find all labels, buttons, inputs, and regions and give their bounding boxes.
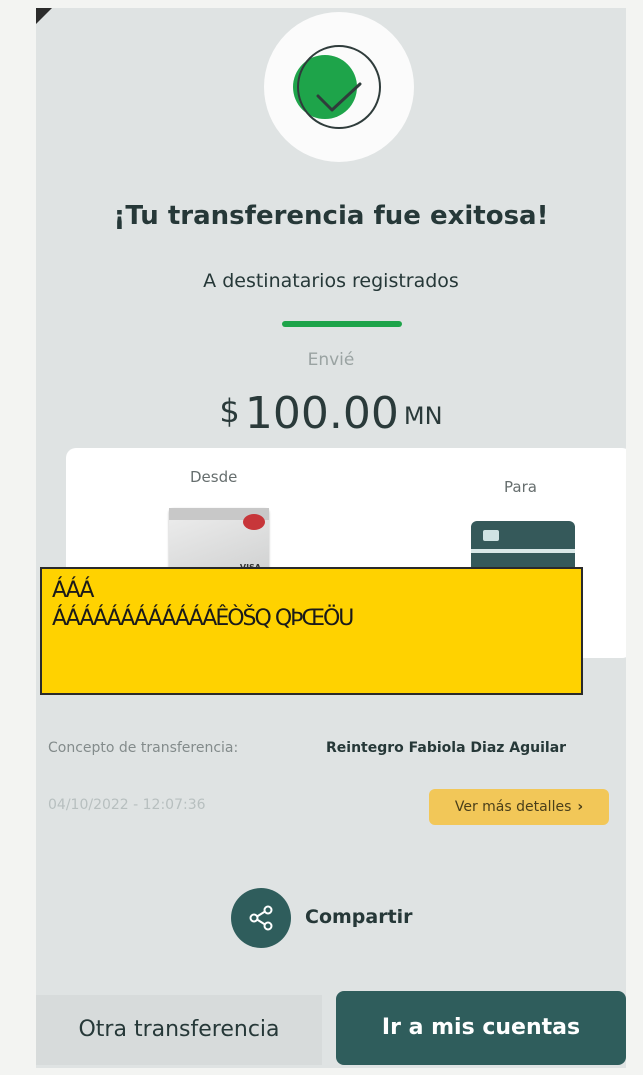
concept-label: Concepto de transferencia: — [48, 740, 239, 756]
card-stripe — [471, 549, 575, 553]
success-subtitle: A destinatarios registrados — [203, 270, 459, 292]
card-logo — [243, 514, 265, 530]
accent-divider — [282, 321, 402, 327]
more-details-button[interactable]: Ver más detalles › — [429, 789, 609, 825]
currency-unit: MN — [403, 402, 443, 430]
success-badge — [264, 12, 414, 162]
success-title: ¡Tu transferencia fue exitosa! — [113, 201, 549, 231]
concept-value: Reintegro Fabiola Diaz Aguilar — [326, 740, 567, 756]
redaction-line-1: ÁÁÁ — [52, 578, 94, 603]
other-transfer-button[interactable]: Otra transferencia — [36, 995, 322, 1065]
redaction-box: ÁÁÁ ÁÁÁÁÁÁÁÁÁÁÁÁÊÒŠQ QÞŒÖU — [40, 567, 583, 695]
amount-value: $ 100.00 MN — [36, 388, 626, 439]
share-icon — [249, 905, 273, 931]
check-icon — [316, 82, 362, 112]
to-label: Para — [504, 478, 537, 496]
transfer-datetime: 04/10/2022 - 12:07:36 — [48, 797, 206, 813]
amount-number: 100.00 — [244, 388, 399, 439]
transfer-success-screen: ¡Tu transferencia fue exitosa! A destina… — [36, 8, 626, 1068]
my-accounts-button[interactable]: Ir a mis cuentas — [336, 991, 626, 1065]
card-chip — [483, 530, 499, 541]
share-button[interactable] — [231, 888, 291, 948]
currency-symbol: $ — [219, 392, 240, 430]
share-label[interactable]: Compartir — [305, 906, 413, 928]
amount-label: Envié — [307, 350, 355, 370]
chevron-right-icon: › — [577, 799, 584, 815]
from-label: Desde — [190, 468, 238, 486]
more-details-label: Ver más detalles — [454, 799, 572, 815]
photo-corner — [36, 8, 52, 24]
redaction-line-2: ÁÁÁÁÁÁÁÁÁÁÁÁÊÒŠQ QÞŒÖU — [52, 606, 354, 631]
